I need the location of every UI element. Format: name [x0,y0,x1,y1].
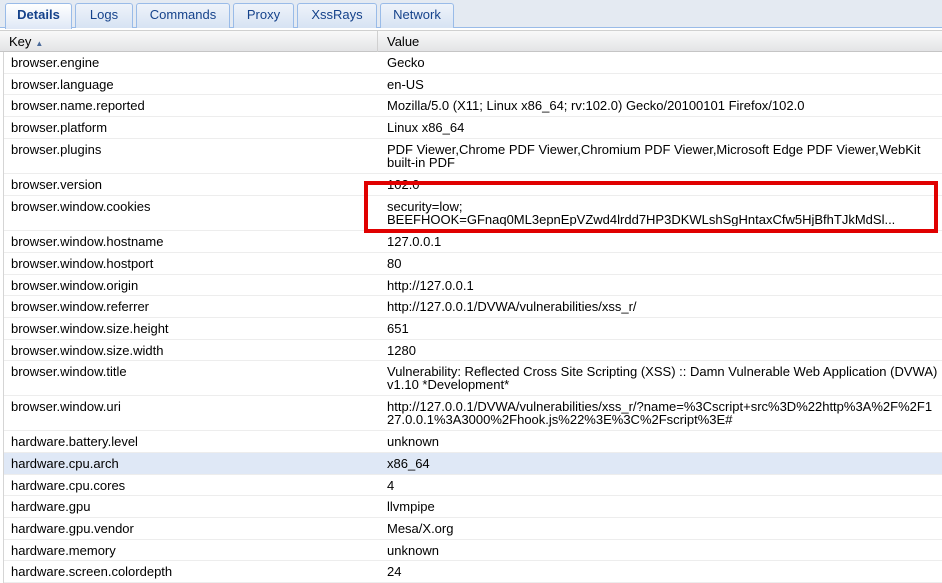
row-key: browser.window.referrer [11,299,149,314]
table-row[interactable]: browser.window.cookies security=low; BEE… [4,196,942,231]
tab-network[interactable]: Network [380,3,454,28]
column-header-key[interactable]: Key ▲ [0,31,378,52]
row-key: browser.window.size.height [11,321,169,336]
row-key: browser.window.size.width [11,343,164,358]
table-row[interactable]: hardware.screen.colordepth 24 [4,561,942,583]
table-row[interactable]: browser.window.uri http://127.0.0.1/DVWA… [4,396,942,431]
row-key: browser.engine [11,55,100,70]
row-value: Vulnerability: Reflected Cross Site Scri… [387,364,938,392]
tab-proxy[interactable]: Proxy [233,3,294,28]
row-value: unknown [387,543,440,558]
tab-details[interactable]: Details [5,3,72,29]
cookie-beefhook: BEEFHOOK=GFnaq0ML3epnEpVZwd4lrdd7HP3DKWL… [387,213,896,226]
row-value: http://127.0.0.1/DVWA/vulnerabilities/xs… [387,299,637,314]
row-key: browser.window.title [11,364,127,379]
row-key: hardware.gpu.vendor [11,521,134,536]
row-key: browser.platform [11,120,108,135]
table-row[interactable]: browser.window.title Vulnerability: Refl… [4,361,942,396]
sort-ascending-icon: ▲ [35,39,44,48]
cookie-security: security=low; [387,199,463,214]
row-key: browser.window.cookies [11,199,151,214]
row-value: http://127.0.0.1 [387,278,474,293]
table-row[interactable]: browser.engine Gecko [4,52,942,74]
table-row[interactable]: hardware.gpu llvmpipe [4,496,942,518]
table-row[interactable]: browser.window.origin http://127.0.0.1 [4,275,942,296]
table-row[interactable]: hardware.battery.level unknown [4,431,942,453]
row-key: browser.window.hostport [11,256,154,271]
row-value: llvmpipe [387,499,435,514]
row-key: browser.version [11,177,103,192]
row-value-cookies: security=low; BEEFHOOK=GFnaq0ML3epnEpVZw… [387,200,939,226]
row-value: 4 [387,478,395,493]
row-key: browser.plugins [11,142,102,157]
tab-bar: Details Logs Commands Proxy XssRays Netw… [0,0,942,29]
row-value: 127.0.0.1 [387,234,442,249]
row-value: 24 [387,564,402,579]
table-row[interactable]: browser.plugins PDF Viewer,Chrome PDF Vi… [4,139,942,174]
row-key: hardware.memory [11,543,116,558]
row-key: browser.name.reported [11,98,145,113]
row-value: Mozilla/5.0 (X11; Linux x86_64; rv:102.0… [387,98,805,113]
tab-commands[interactable]: Commands [136,3,230,28]
row-key: browser.window.hostname [11,234,164,249]
row-value: 1280 [387,343,416,358]
table-row-selected[interactable]: hardware.cpu.arch x86_64 [4,453,942,475]
row-value: http://127.0.0.1/DVWA/vulnerabilities/xs… [387,399,933,427]
table-row[interactable]: hardware.memory unknown [4,540,942,561]
table-row[interactable]: browser.window.hostname 127.0.0.1 [4,231,942,253]
row-value: unknown [387,434,440,449]
row-value: en-US [387,77,424,92]
row-value: x86_64 [387,456,430,471]
row-value: Mesa/X.org [387,521,454,536]
row-value: Linux x86_64 [387,120,465,135]
details-grid-body: browser.engine Gecko browser.language en… [3,52,942,583]
row-value: Gecko [387,55,425,70]
table-row[interactable]: browser.window.size.height 651 [4,318,942,340]
grid-header: Key ▲ Value [0,30,942,52]
row-value: 651 [387,321,409,336]
row-key: browser.window.uri [11,399,121,414]
column-header-value-label: Value [387,34,420,49]
row-value: 102.0 [387,177,420,192]
row-key: hardware.battery.level [11,434,138,449]
table-row[interactable]: hardware.cpu.cores 4 [4,475,942,496]
row-value: PDF Viewer,Chrome PDF Viewer,Chromium PD… [387,142,921,170]
tab-logs[interactable]: Logs [75,3,133,28]
column-header-key-label: Key [9,34,32,49]
row-key: hardware.cpu.arch [11,456,119,471]
table-row[interactable]: browser.name.reported Mozilla/5.0 (X11; … [4,95,942,117]
table-row[interactable]: browser.version 102.0 [4,174,942,196]
table-row[interactable]: browser.platform Linux x86_64 [4,117,942,139]
row-value: 80 [387,256,402,271]
row-key: hardware.cpu.cores [11,478,126,493]
row-key: hardware.screen.colordepth [11,564,173,579]
row-key: hardware.gpu [11,499,91,514]
table-row[interactable]: browser.window.size.width 1280 [4,340,942,361]
table-row[interactable]: browser.window.hostport 80 [4,253,942,275]
tab-xssrays[interactable]: XssRays [297,3,377,28]
row-key: browser.window.origin [11,278,139,293]
table-row[interactable]: browser.language en-US [4,74,942,95]
table-row[interactable]: browser.window.referrer http://127.0.0.1… [4,296,942,318]
table-row[interactable]: hardware.gpu.vendor Mesa/X.org [4,518,942,540]
row-key: browser.language [11,77,114,92]
column-header-value[interactable]: Value [378,31,942,52]
